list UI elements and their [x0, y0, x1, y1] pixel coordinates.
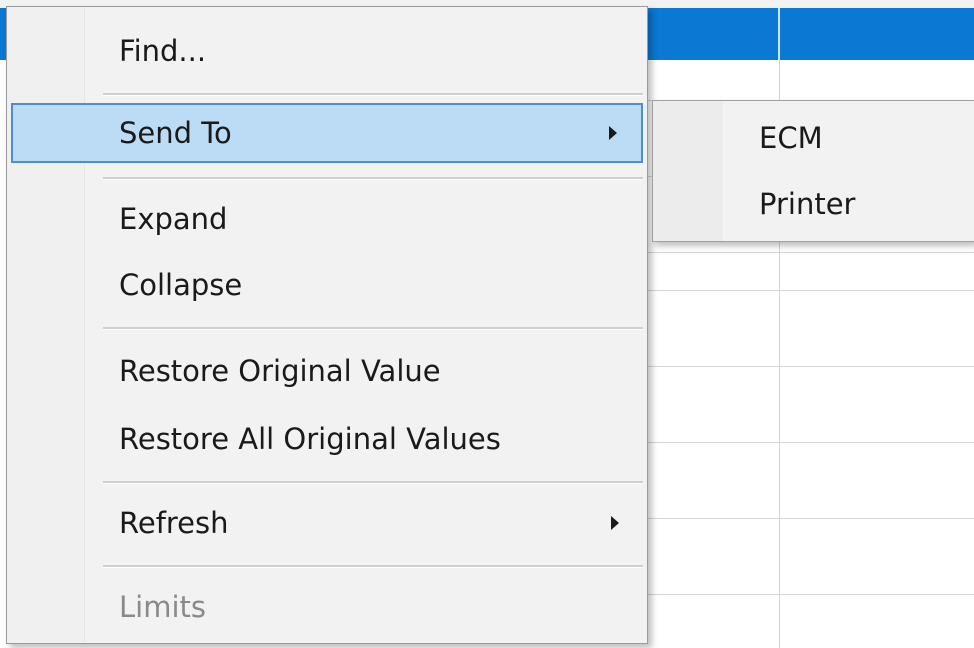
grid-row-line — [640, 290, 974, 291]
grid-header-divider[interactable] — [778, 8, 780, 60]
menu-item-label: Find... — [119, 34, 207, 68]
submenu-arrow-icon — [609, 126, 617, 140]
grid-row-line — [640, 442, 974, 443]
menu-item-label: Collapse — [119, 268, 243, 302]
grid-row-line — [640, 366, 974, 367]
submenu-item-printer[interactable]: Printer — [657, 173, 971, 235]
menu-item-label: Refresh — [119, 506, 229, 540]
menu-item-label: Send To — [119, 116, 232, 150]
menu-item-limits: Limits — [11, 577, 643, 637]
menu-item-label: Expand — [119, 202, 228, 236]
grid-row-line — [640, 252, 974, 253]
menu-item-label: Restore All Original Values — [119, 422, 501, 456]
menu-item-label: Limits — [119, 590, 206, 624]
menu-item-send-to[interactable]: Send To — [11, 103, 643, 163]
menu-item-find[interactable]: Find... — [11, 21, 643, 81]
context-menu: Find... Send To Expand Collapse Restore … — [6, 6, 648, 644]
grid-row-line — [640, 518, 974, 519]
grid-row-line — [640, 594, 974, 595]
menu-item-expand[interactable]: Expand — [11, 189, 643, 249]
menu-item-restore-all-original-values[interactable]: Restore All Original Values — [11, 409, 643, 469]
menu-item-label: Restore Original Value — [119, 354, 441, 388]
menu-separator — [103, 177, 643, 180]
menu-separator — [103, 327, 643, 330]
menu-item-refresh[interactable]: Refresh — [11, 493, 643, 553]
menu-item-restore-original-value[interactable]: Restore Original Value — [11, 341, 643, 401]
menu-separator — [103, 481, 643, 484]
submenu-item-label: Printer — [759, 187, 856, 221]
menu-item-collapse[interactable]: Collapse — [11, 255, 643, 315]
submenu-arrow-icon — [611, 516, 619, 530]
submenu-item-label: ECM — [759, 121, 823, 155]
submenu-item-ecm[interactable]: ECM — [657, 107, 971, 169]
menu-separator — [103, 93, 643, 96]
send-to-submenu: ECM Printer — [652, 100, 974, 242]
menu-separator — [103, 565, 643, 568]
